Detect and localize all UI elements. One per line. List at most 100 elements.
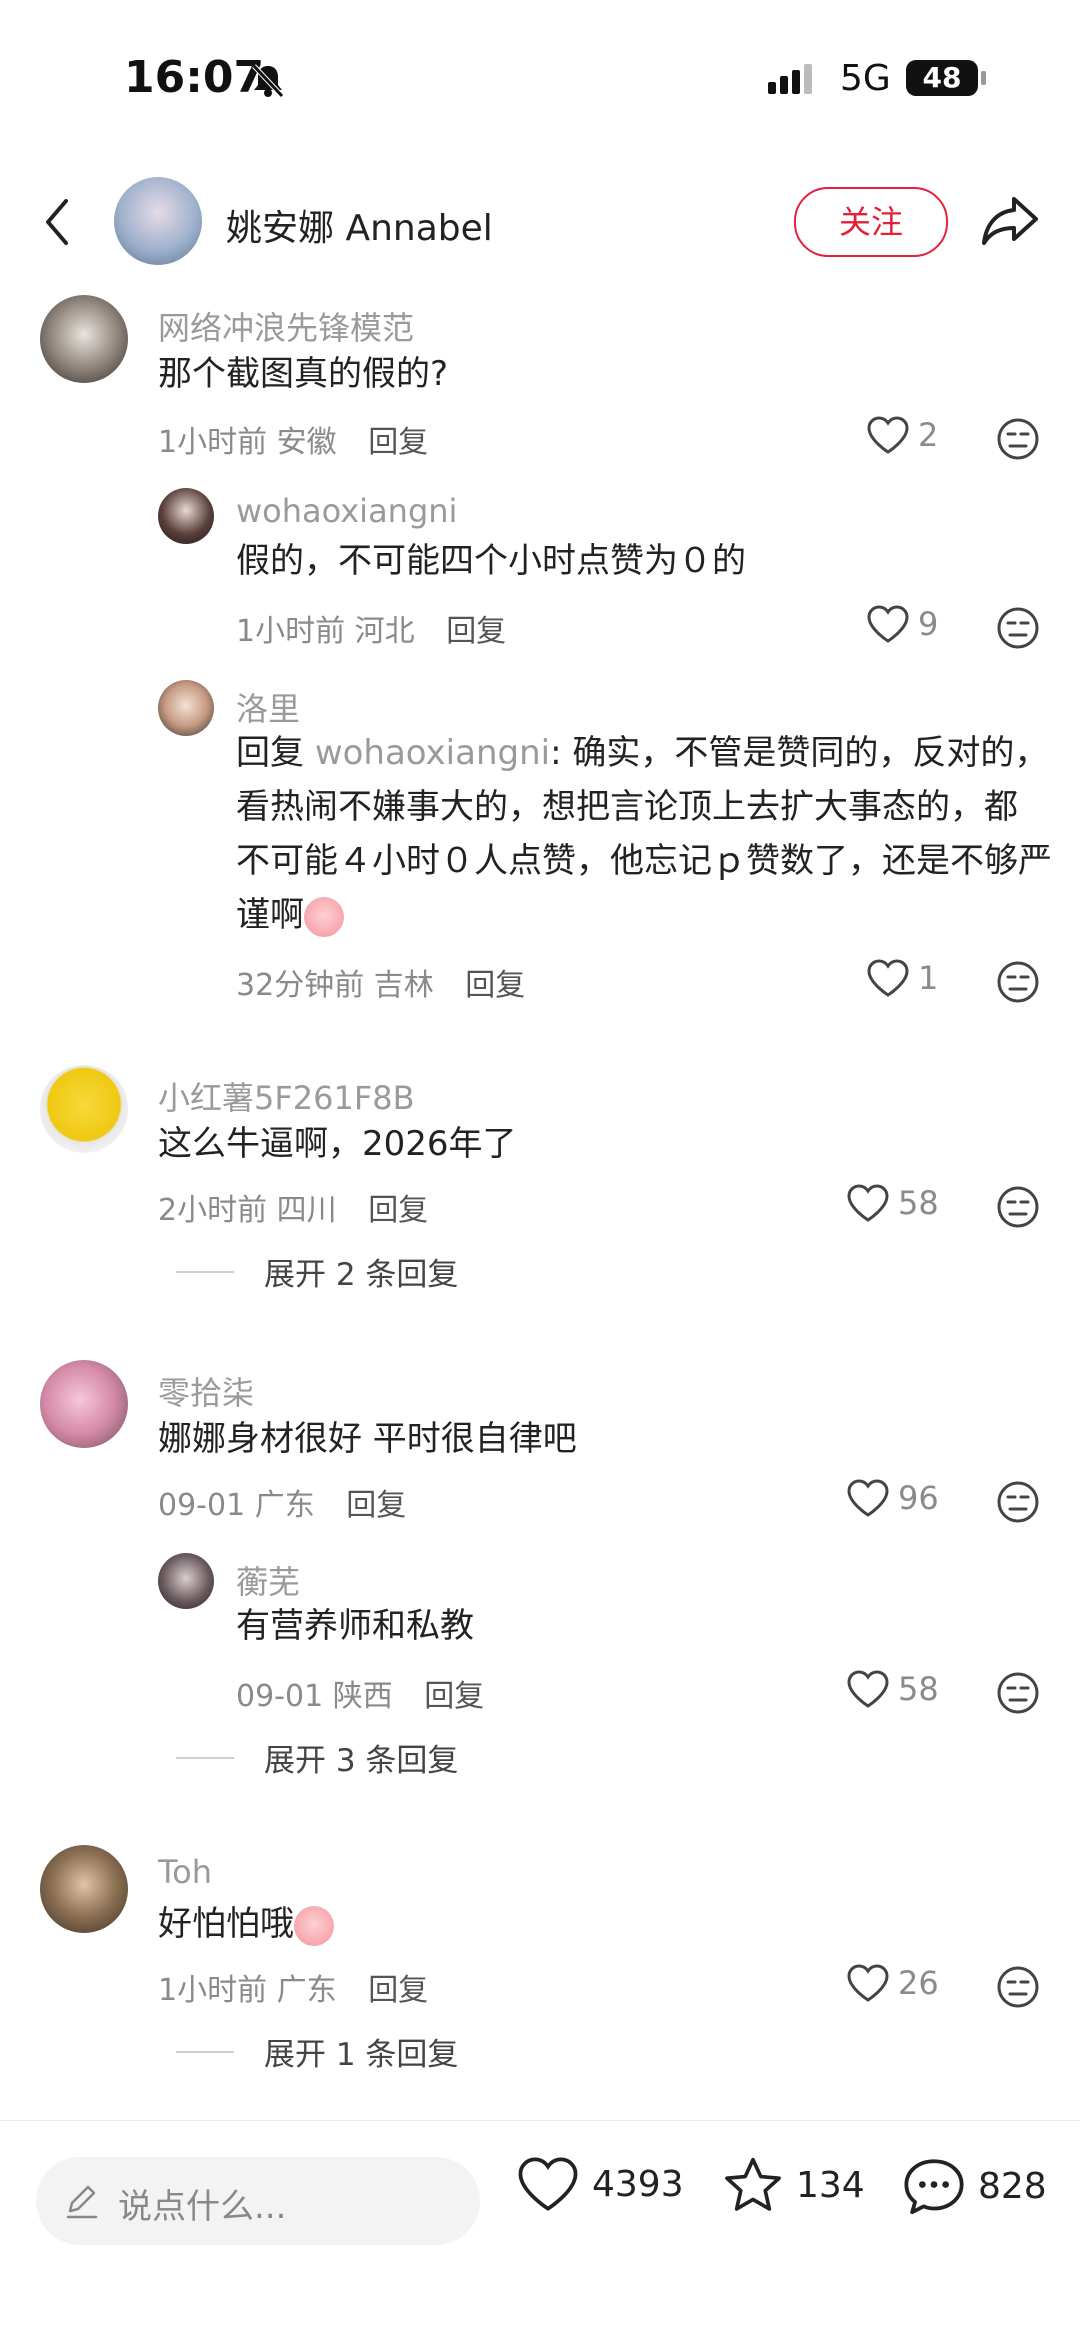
like-button[interactable]: 26 xyxy=(846,1963,939,2003)
dislike-icon[interactable] xyxy=(996,417,1040,461)
reply-button[interactable]: 回复 xyxy=(424,1679,484,1714)
mention-link[interactable]: wohaoxiangni xyxy=(315,733,550,773)
expand-replies-button[interactable]: 展开 3 条回复 xyxy=(176,1735,458,1780)
dislike-icon[interactable] xyxy=(996,606,1040,650)
comment-time: 32分钟前 xyxy=(236,968,365,1003)
like-count: 58 xyxy=(898,1184,939,1222)
signal-icon xyxy=(768,64,812,94)
pencil-icon xyxy=(66,2185,98,2219)
heart-icon xyxy=(847,1184,889,1222)
comment-text[interactable]: 回复 wohaoxiangni: 确实，不管是赞同的，反对的， 看热闹不嫌事大的… xyxy=(236,726,1056,942)
commenter-avatar[interactable] xyxy=(158,1553,214,1609)
like-count: 58 xyxy=(898,1670,939,1708)
comment-time: 1小时前 xyxy=(236,614,346,649)
back-icon[interactable] xyxy=(40,195,74,249)
comment-location: 四川 xyxy=(276,1193,337,1228)
comment-meta: 1小时前 安徽 回复 xyxy=(158,417,428,461)
commenter-name[interactable]: wohaoxiangni xyxy=(236,492,457,530)
heart-icon xyxy=(867,605,909,643)
comment-time: 09-01 xyxy=(236,1679,324,1714)
like-count: 9 xyxy=(918,605,939,643)
comment-time: 09-01 xyxy=(158,1488,246,1523)
reply-button[interactable]: 回复 xyxy=(368,425,428,460)
crying-emoji-icon xyxy=(304,896,344,937)
comment-meta: 2小时前 四川 回复 xyxy=(158,1185,428,1229)
heart-icon xyxy=(847,1964,889,2002)
heart-icon xyxy=(867,416,909,454)
commenter-name[interactable]: 洛里 xyxy=(236,684,300,730)
expand-replies-button[interactable]: 展开 1 条回复 xyxy=(176,2029,458,2074)
comment-location: 广东 xyxy=(276,1973,337,2008)
reply-button[interactable]: 回复 xyxy=(446,614,506,649)
commenter-name[interactable]: 小红薯5F261F8B xyxy=(158,1073,415,1119)
like-button[interactable]: 1 xyxy=(866,958,938,998)
comment-count-button[interactable]: 828 xyxy=(902,2155,1047,2217)
commenter-avatar[interactable] xyxy=(40,1360,128,1448)
reply-prefix: 回复 xyxy=(236,733,315,773)
heart-icon xyxy=(867,959,909,997)
network-type: 5G xyxy=(840,58,891,99)
comment-location: 安徽 xyxy=(276,425,337,460)
like-count: 96 xyxy=(898,1479,939,1517)
comment-location: 广东 xyxy=(254,1488,315,1523)
comment-text[interactable]: 这么牛逼啊，2026年了 xyxy=(158,1117,517,1171)
commenter-avatar[interactable] xyxy=(40,1065,128,1153)
comment-location: 河北 xyxy=(354,614,415,649)
reply-button[interactable]: 回复 xyxy=(465,968,525,1003)
reply-button[interactable]: 回复 xyxy=(346,1488,406,1523)
post-like-button[interactable]: 4393 xyxy=(516,2155,684,2213)
comment-time: 1小时前 xyxy=(158,425,268,460)
comment-text[interactable]: 好怕怕哦 xyxy=(158,1897,334,1951)
comment-location: 吉林 xyxy=(373,968,434,1003)
collect-button[interactable]: 134 xyxy=(722,2155,865,2215)
comment-text[interactable]: 有营养师和私教 xyxy=(236,1599,474,1653)
dislike-icon[interactable] xyxy=(996,1671,1040,1715)
author-name[interactable]: 姚安娜 Annabel xyxy=(226,199,493,251)
dislike-icon[interactable] xyxy=(996,1185,1040,1229)
commenter-name[interactable]: 零拾柒 xyxy=(158,1368,254,1414)
commenter-name[interactable]: 网络冲浪先锋模范 xyxy=(158,303,414,349)
like-button[interactable]: 96 xyxy=(846,1478,939,1518)
collect-count: 134 xyxy=(796,2164,865,2206)
comment-text[interactable]: 那个截图真的假的? xyxy=(158,347,448,401)
post-like-count: 4393 xyxy=(592,2163,684,2205)
star-icon xyxy=(725,2157,781,2211)
reply-button[interactable]: 回复 xyxy=(368,1973,428,2008)
like-button[interactable]: 9 xyxy=(866,604,938,644)
commenter-name[interactable]: Toh xyxy=(158,1853,212,1891)
comment-meta: 1小时前 广东 回复 xyxy=(158,1965,428,2009)
dislike-icon[interactable] xyxy=(996,1480,1040,1524)
scared-emoji-icon xyxy=(294,1905,334,1946)
battery-indicator: 48 xyxy=(906,60,986,96)
divider-line xyxy=(176,2050,234,2053)
like-button[interactable]: 58 xyxy=(846,1669,939,1709)
comment-input[interactable]: 说点什么... xyxy=(36,2157,480,2245)
commenter-name[interactable]: 蘅芜 xyxy=(236,1557,300,1603)
expand-replies-button[interactable]: 展开 2 条回复 xyxy=(176,1249,458,1294)
dislike-icon[interactable] xyxy=(996,1965,1040,2009)
like-button[interactable]: 58 xyxy=(846,1183,939,1223)
comment-meta: 09-01 陕西 回复 xyxy=(236,1671,484,1715)
expand-replies-label: 展开 2 条回复 xyxy=(264,1257,459,1293)
comment-meta: 09-01 广东 回复 xyxy=(158,1480,406,1524)
commenter-avatar[interactable] xyxy=(158,488,214,544)
commenter-avatar[interactable] xyxy=(158,680,214,736)
post-header: 姚安娜 Annabel 关注 xyxy=(0,175,1080,285)
dislike-icon[interactable] xyxy=(996,960,1040,1004)
comment-time: 2小时前 xyxy=(158,1193,268,1228)
bottom-action-bar: 说点什么... 4393 134 828 xyxy=(0,2120,1080,2348)
follow-button[interactable]: 关注 xyxy=(794,187,948,257)
like-button[interactable]: 2 xyxy=(866,415,938,455)
author-avatar[interactable] xyxy=(114,177,202,265)
divider-line xyxy=(176,1756,234,1759)
comment-text[interactable]: 假的，不可能四个小时点赞为０的 xyxy=(236,534,746,588)
commenter-avatar[interactable] xyxy=(40,295,128,383)
comment-text[interactable]: 娜娜身材很好 平时很自律吧 xyxy=(158,1412,577,1466)
like-count: 2 xyxy=(918,416,939,454)
heart-icon xyxy=(847,1479,889,1517)
like-count: 26 xyxy=(898,1964,939,2002)
expand-replies-label: 展开 3 条回复 xyxy=(264,1743,459,1779)
commenter-avatar[interactable] xyxy=(40,1845,128,1933)
reply-button[interactable]: 回复 xyxy=(368,1193,428,1228)
share-icon[interactable] xyxy=(980,193,1040,247)
